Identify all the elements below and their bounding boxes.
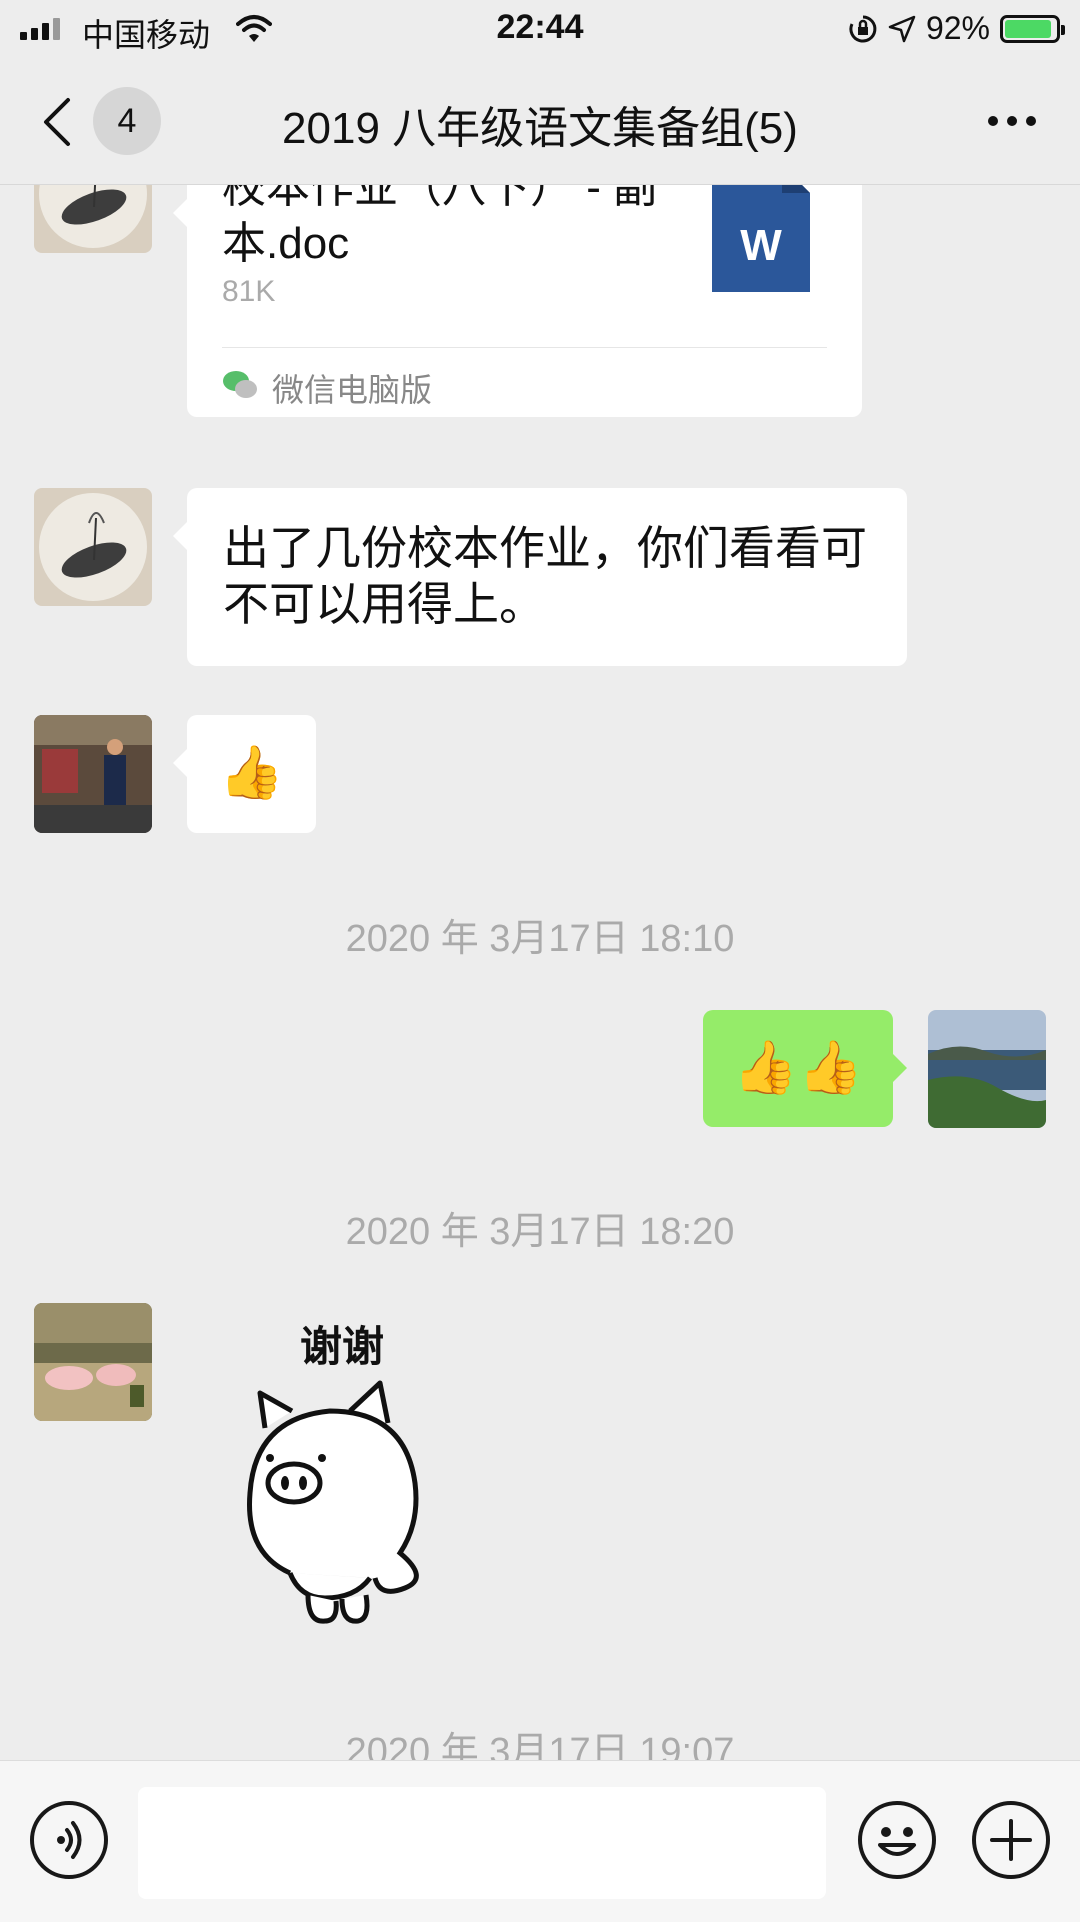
sticker-caption: 谢谢 [300, 1323, 385, 1370]
divider [222, 347, 827, 348]
file-message[interactable]: 校本作业（八下） - 副本.doc 81K W 微信电脑版 [173, 185, 862, 417]
voice-icon[interactable] [30, 1801, 108, 1879]
text-message[interactable]: 出了几份校本作业，你们看看可不可以用得上。 [173, 488, 907, 666]
pig-sticker-icon [247, 1380, 419, 1624]
emoji-message[interactable]: 👍 [173, 715, 316, 833]
sent-message[interactable]: 👍👍 [703, 1010, 907, 1127]
wechat-icon [223, 371, 257, 398]
avatar[interactable] [34, 488, 152, 606]
location-arrow-icon [888, 15, 916, 42]
input-bar [0, 1760, 1080, 1922]
message-list[interactable]: 校本作业（八下） - 副本.doc 81K W 微信电脑版 出了几份校本作业，你… [0, 185, 1080, 1760]
plus-icon[interactable] [972, 1801, 1050, 1879]
avatar[interactable] [34, 715, 152, 833]
file-name: 校本作业（八下） - 副本.doc [222, 185, 658, 268]
battery-icon [1000, 14, 1065, 43]
chat-header: 4 2019 八年级语文集备组(5) [0, 60, 1080, 185]
avatar[interactable] [34, 1303, 152, 1421]
unread-count-badge[interactable]: 4 [93, 87, 161, 155]
thumbs-up-emoji: 👍 [219, 744, 284, 802]
file-size: 81K [222, 275, 276, 308]
battery-percent: 92% [925, 10, 990, 46]
file-source-label: 微信电脑版 [272, 372, 433, 408]
thumbs-up-emoji: 👍👍 [733, 1039, 863, 1097]
timestamp: 2020 年 3月17日 19:07 [345, 1731, 735, 1760]
my-avatar[interactable] [928, 1010, 1046, 1128]
sticker-message[interactable]: 谢谢 [230, 1313, 470, 1633]
file-type-letter: W [740, 221, 782, 270]
word-document-icon: W [712, 185, 810, 292]
orientation-lock-icon [849, 15, 877, 42]
more-icon[interactable] [988, 116, 1036, 126]
message-input[interactable] [138, 1787, 826, 1899]
message-text: 出了几份校本作业，你们看看可不可以用得上。 [223, 522, 867, 630]
status-bar: 中国移动 22:44 92% [0, 0, 1080, 60]
timestamp: 2020 年 3月17日 18:10 [345, 918, 735, 960]
avatar[interactable] [34, 185, 152, 253]
emoji-icon[interactable] [858, 1801, 936, 1879]
chevron-left-icon[interactable] [42, 96, 72, 148]
page-title: 2019 八年级语文集备组(5) [282, 104, 798, 153]
timestamp: 2020 年 3月17日 18:20 [345, 1211, 735, 1253]
